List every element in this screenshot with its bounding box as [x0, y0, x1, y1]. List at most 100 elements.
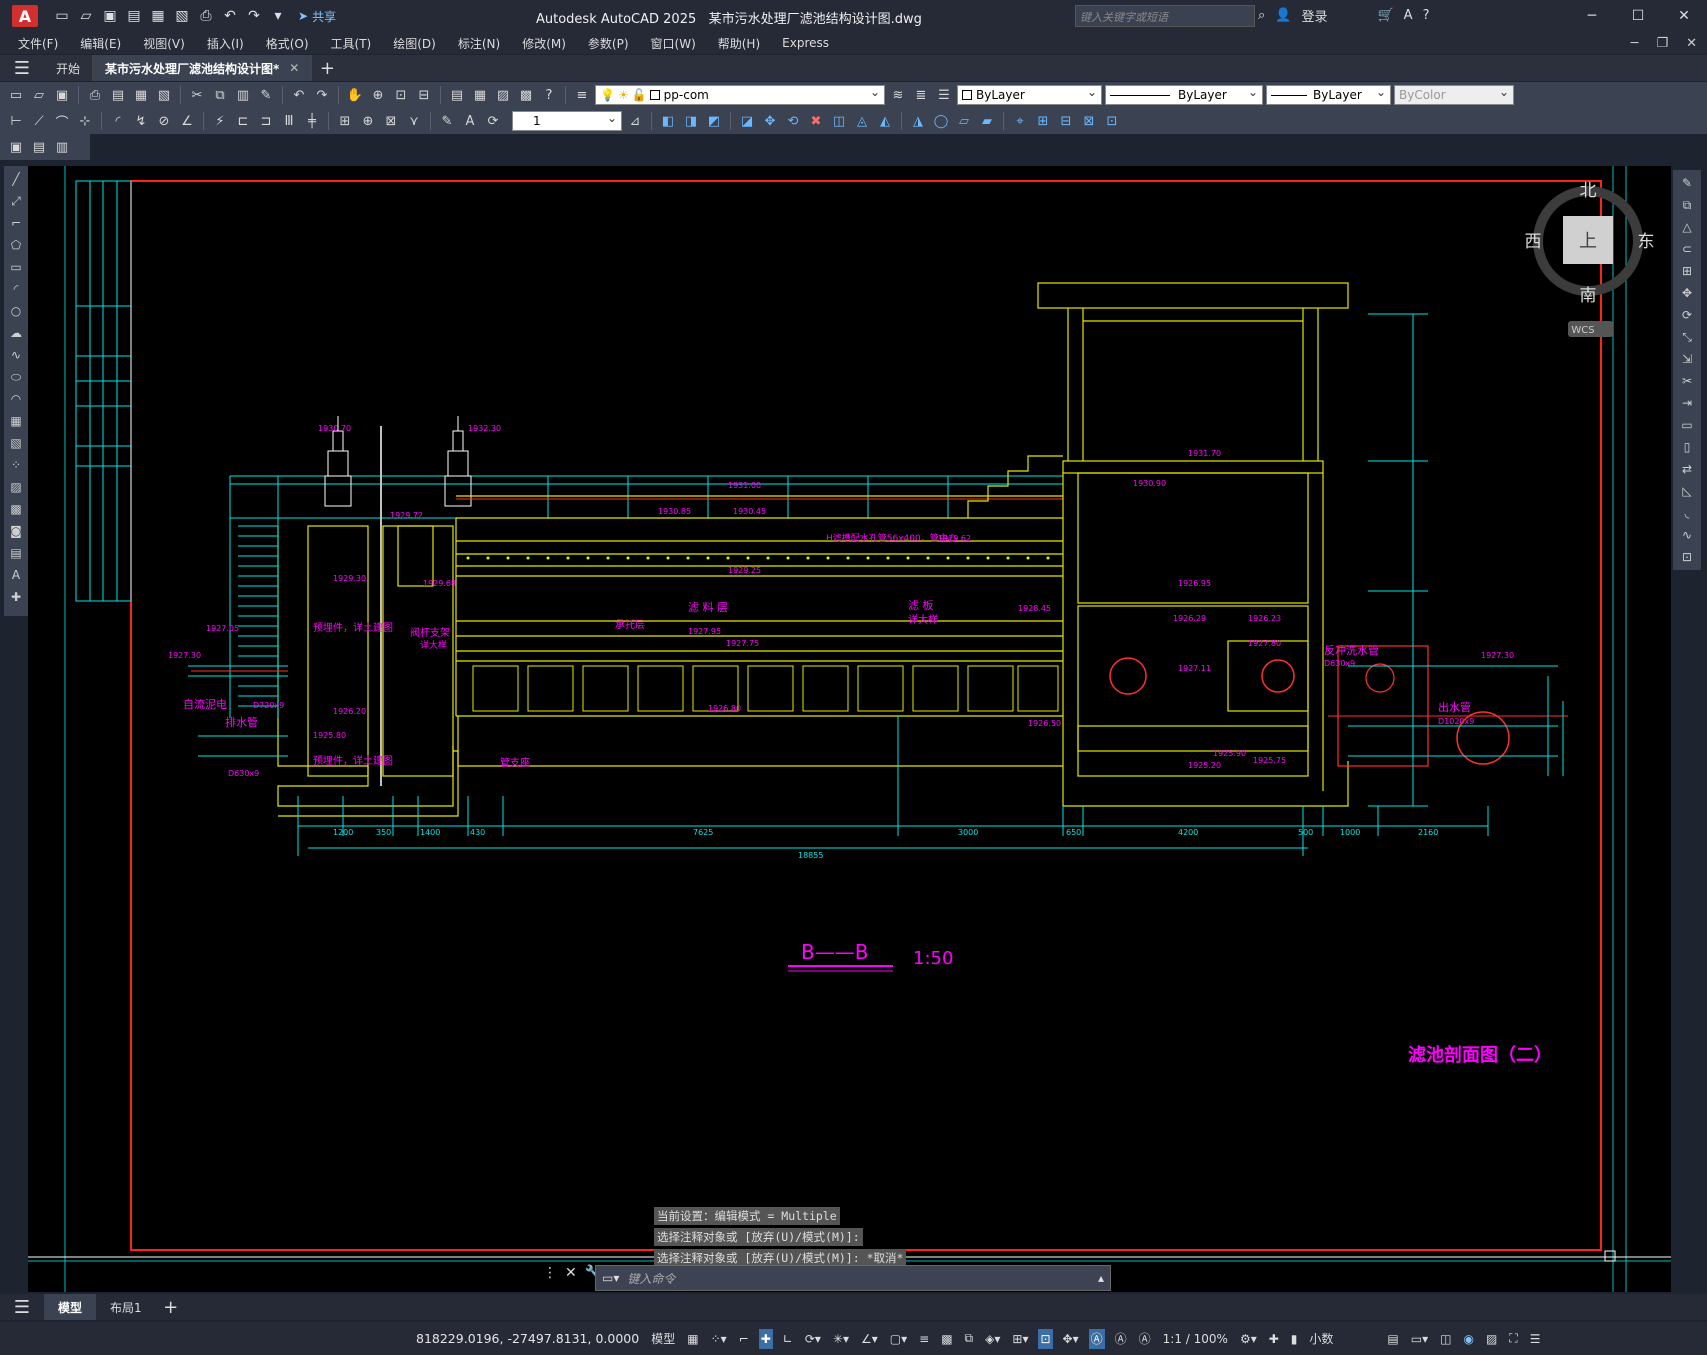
help-icon[interactable]: ?	[1423, 8, 1430, 23]
search-icon[interactable]: ⌕	[1258, 8, 1265, 23]
subtract-icon[interactable]: ✖	[806, 111, 826, 131]
doc-minimize-button[interactable]: ─	[1631, 36, 1639, 51]
customize-qat-icon[interactable]: ▾	[268, 6, 288, 26]
blend-icon[interactable]: ∿	[1678, 526, 1696, 544]
ucs-view-icon[interactable]: ⊟	[1056, 111, 1076, 131]
rotate3d-icon[interactable]: ⟲	[783, 111, 803, 131]
open-icon[interactable]: ▱	[76, 6, 96, 26]
circle-icon[interactable]: ○	[7, 302, 25, 320]
line-icon[interactable]: ╱	[7, 170, 25, 188]
redo-icon[interactable]: ↷	[244, 6, 264, 26]
space-dim-icon[interactable]: Ⅲ	[279, 111, 299, 131]
plot-icon[interactable]: ⎙	[85, 85, 105, 105]
ucs-icon[interactable]: ⌖	[1010, 111, 1030, 131]
stretch-icon[interactable]: ⇲	[1678, 350, 1696, 368]
gizmo-icon[interactable]: ✥▾	[1061, 1329, 1081, 1349]
workspace-gear-icon[interactable]: ⚙▾	[1238, 1329, 1259, 1349]
units-value[interactable]: 小数	[1307, 1329, 1377, 1349]
erase-icon[interactable]: ✎	[1678, 174, 1696, 192]
ortho-icon[interactable]: ∟	[781, 1329, 795, 1349]
3d-wedge-icon[interactable]: ◨	[681, 111, 701, 131]
save-as-icon[interactable]: ▤	[124, 6, 144, 26]
diameter-dim-icon[interactable]: ⊘	[154, 111, 174, 131]
ucs-3point-icon[interactable]: ⊡	[1102, 111, 1122, 131]
menu-express[interactable]: Express	[782, 36, 829, 50]
ucs-world-icon[interactable]: ⊞	[1033, 111, 1053, 131]
make-block-icon[interactable]: ▧	[7, 434, 25, 452]
open-icon[interactable]: ▱	[29, 85, 49, 105]
plot-preview-icon[interactable]: ▧	[172, 6, 192, 26]
undo-icon[interactable]: ↶	[289, 85, 309, 105]
grid-icon[interactable]: ▦	[685, 1329, 700, 1349]
region-icon[interactable]: ◙	[7, 522, 25, 540]
dim-edit-icon[interactable]: ✎	[437, 111, 457, 131]
polygon-icon[interactable]: ⬠	[7, 236, 25, 254]
infer-icon[interactable]: ⌐	[737, 1329, 751, 1349]
move-icon[interactable]: ✥	[1678, 284, 1696, 302]
dynamic-input-icon[interactable]: ✚	[758, 1328, 773, 1349]
isolate-objects-icon[interactable]: ◫	[1438, 1329, 1453, 1349]
table-icon[interactable]: ▤	[7, 544, 25, 562]
plotstyle-dropdown[interactable]: ByColor	[1394, 85, 1514, 105]
zoom-previous-icon[interactable]: ⊟	[414, 85, 434, 105]
trim-icon[interactable]: ✂	[1678, 372, 1696, 390]
revcloud-icon[interactable]: ☁	[7, 324, 25, 342]
layer-state-icon[interactable]: ☰	[934, 85, 954, 105]
polyline-icon[interactable]: ⌐	[7, 214, 25, 232]
3d-print-icon[interactable]: ▧	[154, 85, 174, 105]
units-icon[interactable]: ▮	[1289, 1329, 1300, 1349]
selection-filter-icon[interactable]: ⊡	[1038, 1328, 1053, 1349]
command-expand-icon[interactable]: ▴	[1098, 1271, 1104, 1285]
osnap-icon[interactable]: ▢▾	[888, 1329, 909, 1349]
quick-properties-icon[interactable]: ▤	[1385, 1329, 1400, 1349]
lock-ui-icon[interactable]: ▭▾	[1409, 1329, 1430, 1349]
match-properties-icon[interactable]: ✎	[256, 85, 276, 105]
construction-line-icon[interactable]: ⤢	[7, 192, 25, 210]
calculator-icon[interactable]: ▩	[516, 85, 536, 105]
tab-model[interactable]: 模型	[44, 1294, 97, 1320]
menu-edit[interactable]: 编辑(E)	[80, 35, 121, 52]
save-icon[interactable]: ▣	[52, 85, 72, 105]
lineweight-dropdown[interactable]: ByLayer	[1266, 85, 1391, 105]
annotation-scale-icon[interactable]: Ⓐ	[1137, 1329, 1153, 1349]
paste-icon[interactable]: ▥	[233, 85, 253, 105]
break-at-point-icon[interactable]: ▭	[1678, 416, 1696, 434]
arc-length-icon[interactable]: ⌒	[52, 111, 72, 131]
offset-icon[interactable]: ⊂	[1678, 240, 1696, 258]
color-dropdown[interactable]: ByLayer	[957, 85, 1102, 105]
layer-tool-2-icon[interactable]: ▤	[29, 137, 49, 157]
menu-window[interactable]: 窗口(W)	[651, 35, 696, 52]
join-icon[interactable]: ⇄	[1678, 460, 1696, 478]
radius-dim-icon[interactable]: ◜	[108, 111, 128, 131]
osnap-tracking-icon[interactable]: ∠▾	[859, 1329, 880, 1349]
flatshot-icon[interactable]: ▰	[977, 111, 997, 131]
dim-style-icon[interactable]: ⊿	[625, 111, 645, 131]
linetype-dropdown[interactable]: ByLayer	[1105, 85, 1263, 105]
user-icon[interactable]: 👤	[1275, 8, 1291, 23]
layer-make-current-icon[interactable]: ≋	[888, 85, 908, 105]
ordinate-dim-icon[interactable]: ⊹	[75, 111, 95, 131]
qnew-icon[interactable]: ▭	[6, 85, 26, 105]
customization-icon[interactable]: ☰	[1528, 1329, 1543, 1349]
preview-icon[interactable]: ▤	[108, 85, 128, 105]
file-tabs-menu-icon[interactable]: ☰	[0, 55, 44, 81]
move3d-icon[interactable]: ✥	[760, 111, 780, 131]
command-prompt-icon[interactable]: ▭▾	[602, 1271, 619, 1285]
continue-dim-icon[interactable]: ⊐	[256, 111, 276, 131]
zoom-realtime-icon[interactable]: ⊕	[368, 85, 388, 105]
login-link[interactable]: 登录	[1301, 6, 1327, 25]
close-button[interactable]: ✕	[1661, 0, 1707, 32]
annotation-visibility-icon[interactable]: Ⓐ	[1088, 1328, 1105, 1349]
section-plane-icon[interactable]: ▱	[954, 111, 974, 131]
menu-parametric[interactable]: 参数(P)	[588, 35, 629, 52]
layout-menu-icon[interactable]: ☰	[0, 1294, 44, 1320]
drawing-canvas[interactable]: 1930.70 1932.30 1931.00 1930.85 1930.45 …	[28, 166, 1671, 1292]
grip-handle-icon[interactable]: ⋮	[543, 1265, 557, 1281]
copy-icon[interactable]: ⧉	[1678, 196, 1696, 214]
publish-icon[interactable]: ▦	[148, 6, 168, 26]
mtext-icon[interactable]: A	[7, 566, 25, 584]
new-tab-button[interactable]: +	[312, 58, 342, 79]
layer-dropdown[interactable]: 💡 ☀ 🔓 pp-com	[595, 85, 885, 105]
jogged-dim-icon[interactable]: ↯	[131, 111, 151, 131]
center-mark-icon[interactable]: ⊕	[358, 111, 378, 131]
